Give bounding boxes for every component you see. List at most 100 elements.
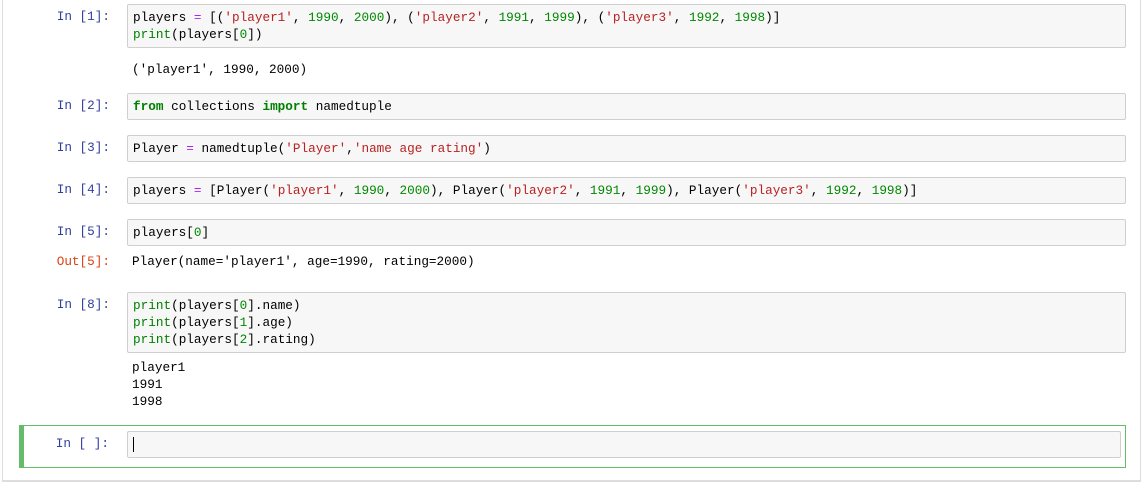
cell-output: player1 1991 1998 (132, 359, 185, 410)
code-token: ), ( (574, 10, 606, 25)
code-line: players = [Player('player1', 1990, 2000)… (133, 182, 1120, 199)
output-line: ('player1', 1990, 2000) (132, 62, 308, 77)
code-token: 'Player' (285, 141, 347, 156)
code-token: 1990 (308, 10, 339, 25)
code-cell[interactable]: In [ ]: (19, 425, 1126, 468)
code-token: ), Player( (430, 183, 507, 198)
code-token: [Player( (201, 183, 271, 198)
code-token: 'player1' (224, 10, 293, 25)
code-input[interactable] (127, 431, 1121, 458)
code-token: (players[ (171, 332, 240, 347)
code-token: , (338, 10, 354, 25)
code-token: 1990 (353, 183, 385, 198)
code-line: print(players[1].age) (133, 314, 1120, 331)
code-token: ), Player( (666, 183, 743, 198)
output-prompt: Out[5]: (56, 254, 110, 269)
code-input[interactable]: print(players[0].name) print(players[1].a… (127, 292, 1126, 353)
code-token: namedtuple (308, 99, 392, 114)
code-line: print(players[2].rating) (133, 331, 1120, 348)
code-token: , (346, 141, 354, 156)
output-line: player1 (132, 360, 186, 375)
code-token: = (193, 10, 202, 25)
code-line: print(players[0].name) (133, 297, 1120, 314)
code-token: , (719, 10, 735, 25)
code-line: from collections import namedtuple (133, 98, 1120, 115)
code-token: , (292, 10, 309, 25)
code-token: , (620, 183, 636, 198)
code-token: collections (163, 99, 263, 114)
code-token: 'name age rating' (353, 141, 484, 156)
code-token: , (529, 10, 545, 25)
code-token: namedtuple( (193, 141, 286, 156)
code-token: ), ( (384, 10, 415, 25)
code-token: 1999 (635, 183, 667, 198)
code-token: 'player3' (605, 10, 674, 25)
cell-output: ('player1', 1990, 2000) (132, 61, 307, 78)
code-token: 'player3' (742, 183, 811, 198)
code-token: = (193, 183, 202, 198)
input-prompt: In [ ]: (55, 436, 109, 451)
code-token: ].name) (247, 298, 301, 313)
cell-output: Player(name='player1', age=1990, rating=… (132, 253, 475, 270)
input-prompt: In [8]: (56, 297, 110, 312)
notebook: In [1]: players = [('player1', 1990, 2000… (2, 0, 1141, 482)
code-token: print (133, 27, 172, 42)
code-token: , (810, 183, 826, 198)
code-token: (players[ (171, 27, 240, 42)
code-token: players (133, 10, 194, 25)
code-token: (players[ (171, 315, 240, 330)
code-token: , (384, 183, 400, 198)
code-token: ].age) (247, 315, 293, 330)
code-token: )] (765, 10, 781, 25)
input-prompt: In [1]: (56, 9, 110, 24)
code-token: 'player1' (270, 183, 339, 198)
code-token: , (483, 10, 499, 25)
code-token: import (262, 99, 309, 114)
code-token: 'player2' (414, 10, 484, 25)
code-token: , (856, 183, 872, 198)
code-token: 1998 (734, 10, 766, 25)
code-token: Player (133, 141, 187, 156)
code-token: print (133, 315, 172, 330)
code-token: [( (201, 10, 225, 25)
code-input[interactable]: players[0] (127, 219, 1126, 246)
code-token: 1991 (498, 10, 530, 25)
code-token: ]) (247, 27, 263, 42)
code-token: 1999 (544, 10, 575, 25)
code-token: , (338, 183, 354, 198)
input-prompt: In [3]: (56, 140, 110, 155)
input-prompt: In [2]: (56, 98, 110, 113)
code-token: 1991 (589, 183, 621, 198)
code-token: = (186, 141, 194, 156)
code-token: , (574, 183, 590, 198)
code-token: ].rating) (247, 332, 316, 347)
code-token: 1998 (871, 183, 903, 198)
code-token: ) (483, 141, 491, 156)
code-token: players (133, 183, 194, 198)
code-input[interactable]: players = [('player1', 1990, 2000), ('pl… (127, 4, 1126, 48)
code-line: Player = namedtuple('Player','name age r… (133, 140, 1120, 157)
code-line: print(players[0]) (133, 26, 1120, 43)
text-cursor (133, 437, 134, 453)
code-input[interactable]: players = [Player('player1', 1990, 2000)… (127, 177, 1126, 204)
code-token: from (133, 99, 164, 114)
code-token: print (133, 298, 172, 313)
input-prompt: In [5]: (56, 224, 110, 239)
code-token: 1992 (826, 183, 857, 198)
code-input[interactable]: Player = namedtuple('Player','name age r… (127, 135, 1126, 162)
code-token: 'player2' (506, 183, 575, 198)
code-token: )] (902, 183, 918, 198)
code-token: print (133, 332, 172, 347)
code-input[interactable]: from collections import namedtuple (127, 93, 1126, 120)
code-line: players = [('player1', 1990, 2000), ('pl… (133, 9, 1120, 26)
code-token: 1992 (688, 10, 720, 25)
code-token: 2000 (399, 183, 431, 198)
code-token: 2000 (353, 10, 385, 25)
code-token: , (673, 10, 689, 25)
output-line: 1998 (132, 394, 163, 409)
input-prompt: In [4]: (56, 182, 110, 197)
output-line: 1991 (132, 377, 163, 392)
output-line: Player(name='player1', age=1990, rating=… (132, 254, 475, 269)
code-token: ] (201, 225, 210, 240)
code-token: 0 (193, 225, 202, 240)
